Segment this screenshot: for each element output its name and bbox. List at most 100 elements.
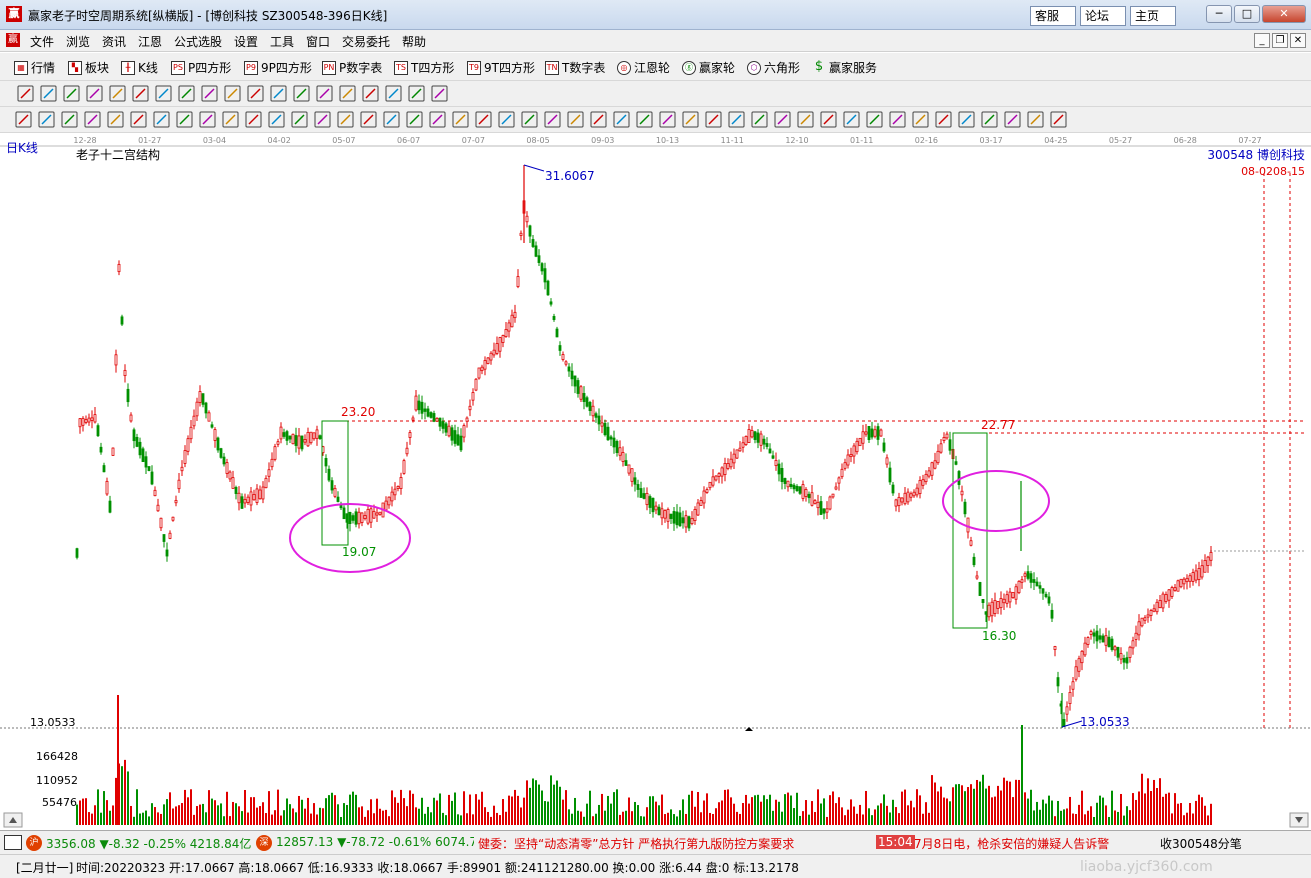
candle-body <box>1104 635 1108 646</box>
volume-bar <box>505 811 507 825</box>
maximize-button[interactable]: □ <box>1234 5 1260 23</box>
toolbar-service-button[interactable]: $ 赢家服务 <box>812 59 877 76</box>
candle-body <box>672 511 676 524</box>
volume-bar <box>763 795 765 825</box>
close-button[interactable]: ✕ <box>1262 5 1306 23</box>
shanghai-index[interactable]: 3356.08 ▼-8.32 -0.25% 4218.84亿 <box>46 835 251 852</box>
candle-body <box>438 417 442 427</box>
candle-body <box>1053 646 1057 650</box>
app-menu-icon[interactable]: 赢 <box>6 33 20 47</box>
toolbar-quote-button[interactable]: ▦ 行情 <box>14 59 55 76</box>
candle-body <box>249 491 253 506</box>
candle-body <box>231 477 235 489</box>
news-ticker-2[interactable]: 7月8日电，枪杀安倍的嫌疑人告诉警 <box>914 835 1150 852</box>
volume-bar <box>649 796 651 825</box>
candle-body <box>444 423 448 433</box>
toolbar-gannwheel-button[interactable]: ◎ 江恩轮 <box>617 59 670 76</box>
menu-browse[interactable]: 浏览 <box>66 33 90 50</box>
toolbar-sector-button[interactable]: ▚ 板块 <box>68 59 109 76</box>
menu-file[interactable]: 文件 <box>30 33 54 50</box>
keyboard-icon[interactable] <box>4 835 22 850</box>
volume-bar <box>577 810 579 825</box>
mdi-close-button[interactable]: ✕ <box>1290 33 1306 48</box>
volume-bar <box>982 774 984 825</box>
kline-chart-area[interactable]: 12-28 01-27 03-04 04-02 05-07 06-07 07-07 08-05… <box>0 133 1311 830</box>
volume-bar <box>769 794 771 825</box>
candle-body <box>606 426 610 441</box>
volume-bar <box>169 792 171 825</box>
candle-body <box>1161 593 1165 609</box>
candle-body <box>639 488 643 498</box>
menu-trade[interactable]: 交易委托 <box>342 33 390 50</box>
minimize-button[interactable]: ─ <box>1206 5 1232 23</box>
candle-body <box>789 483 793 488</box>
kline-chart[interactable]: 12-28 01-27 03-04 04-02 05-07 06-07 07-07 08-05… <box>0 133 1311 830</box>
volume-bar <box>88 812 90 825</box>
toolbar-9psquare-button[interactable]: P9 9P四方形 <box>244 59 312 76</box>
news-ticker-1[interactable]: 健委：坚持“动态清零”总方针 严格执行第九版防控方案要求 <box>478 835 874 852</box>
box1-bottom-label: 19.07 <box>342 545 376 559</box>
candle-body <box>87 417 91 423</box>
nav-service-button[interactable]: 客服 <box>1030 6 1076 26</box>
volume-bar <box>415 807 417 825</box>
candle-body <box>366 508 370 524</box>
volume-axis-3: 55476 <box>42 796 77 809</box>
menu-tools[interactable]: 工具 <box>270 33 294 50</box>
candle-body <box>1092 632 1096 637</box>
toolbar-9tsquare-button[interactable]: T9 9T四方形 <box>467 59 535 76</box>
candle-body <box>999 597 1003 609</box>
menu-settings[interactable]: 设置 <box>234 33 258 50</box>
candle-body <box>573 375 577 387</box>
menu-info[interactable]: 资讯 <box>102 33 126 50</box>
candle-body <box>555 328 559 338</box>
volume-bar <box>931 775 933 825</box>
volume-bar <box>619 814 621 825</box>
nav-forum-button[interactable]: 论坛 <box>1080 6 1126 26</box>
toolbar-hexagon-button[interactable]: ⬡ 六角形 <box>747 59 800 76</box>
volume-bar <box>223 816 225 825</box>
shenzhen-index[interactable]: 12857.13 ▼-78.72 -0.61% 6074.79 <box>276 835 474 849</box>
mdi-minimize-button[interactable]: _ <box>1254 33 1270 48</box>
volume-bar <box>889 812 891 825</box>
toolbar2-icons[interactable] <box>0 81 1311 107</box>
toolbar-tsquare-button[interactable]: TS T四方形 <box>394 59 454 76</box>
candle-body <box>228 471 232 480</box>
toolbar-kline-button[interactable]: ╫ K线 <box>121 59 158 76</box>
date-tick-label: 12-28 <box>73 136 96 145</box>
volume-bar <box>556 780 558 825</box>
date-tick-label: 01-27 <box>138 136 161 145</box>
volume-bar <box>448 794 450 825</box>
toolbar-winnerwheel-button[interactable]: ⓖ 赢家轮 <box>682 59 735 76</box>
volume-bar <box>511 796 513 825</box>
candle-body <box>885 457 889 465</box>
mdi-restore-button[interactable]: ❐ <box>1272 33 1288 48</box>
candle-body <box>84 419 88 423</box>
toolbar-pnumber-button[interactable]: PN P数字表 <box>322 59 382 76</box>
volume-bar <box>538 784 540 825</box>
candle-body <box>546 280 550 296</box>
nav-home-button[interactable]: 主页 <box>1130 6 1176 26</box>
menu-help[interactable]: 帮助 <box>402 33 426 50</box>
menu-gann[interactable]: 江恩 <box>138 33 162 50</box>
menu-window[interactable]: 窗口 <box>306 33 330 50</box>
candle-body <box>1164 594 1168 602</box>
candle-body <box>1080 650 1084 664</box>
box2-bottom-label: 16.30 <box>982 629 1016 643</box>
menu-formula[interactable]: 公式选股 <box>174 33 222 50</box>
volume-bar <box>1045 803 1047 825</box>
volume-bar <box>1033 810 1035 825</box>
toolbar-tnumber-button[interactable]: TN T数字表 <box>545 59 605 76</box>
volume-bar <box>997 785 999 825</box>
volume-bar <box>907 805 909 825</box>
volume-bar <box>808 814 810 825</box>
collect-ticks-label[interactable]: 收300548分笔 <box>1160 835 1242 852</box>
candle-body <box>879 429 883 437</box>
toolbar-psquare-button[interactable]: PS P四方形 <box>171 59 231 76</box>
candle-body <box>183 450 187 464</box>
candle-body <box>471 392 475 401</box>
toolbar3-icons[interactable] <box>0 107 1311 133</box>
candle-body <box>600 422 604 427</box>
volume-bar <box>433 797 435 825</box>
candle-body <box>996 601 1000 609</box>
volume-bar <box>835 803 837 825</box>
